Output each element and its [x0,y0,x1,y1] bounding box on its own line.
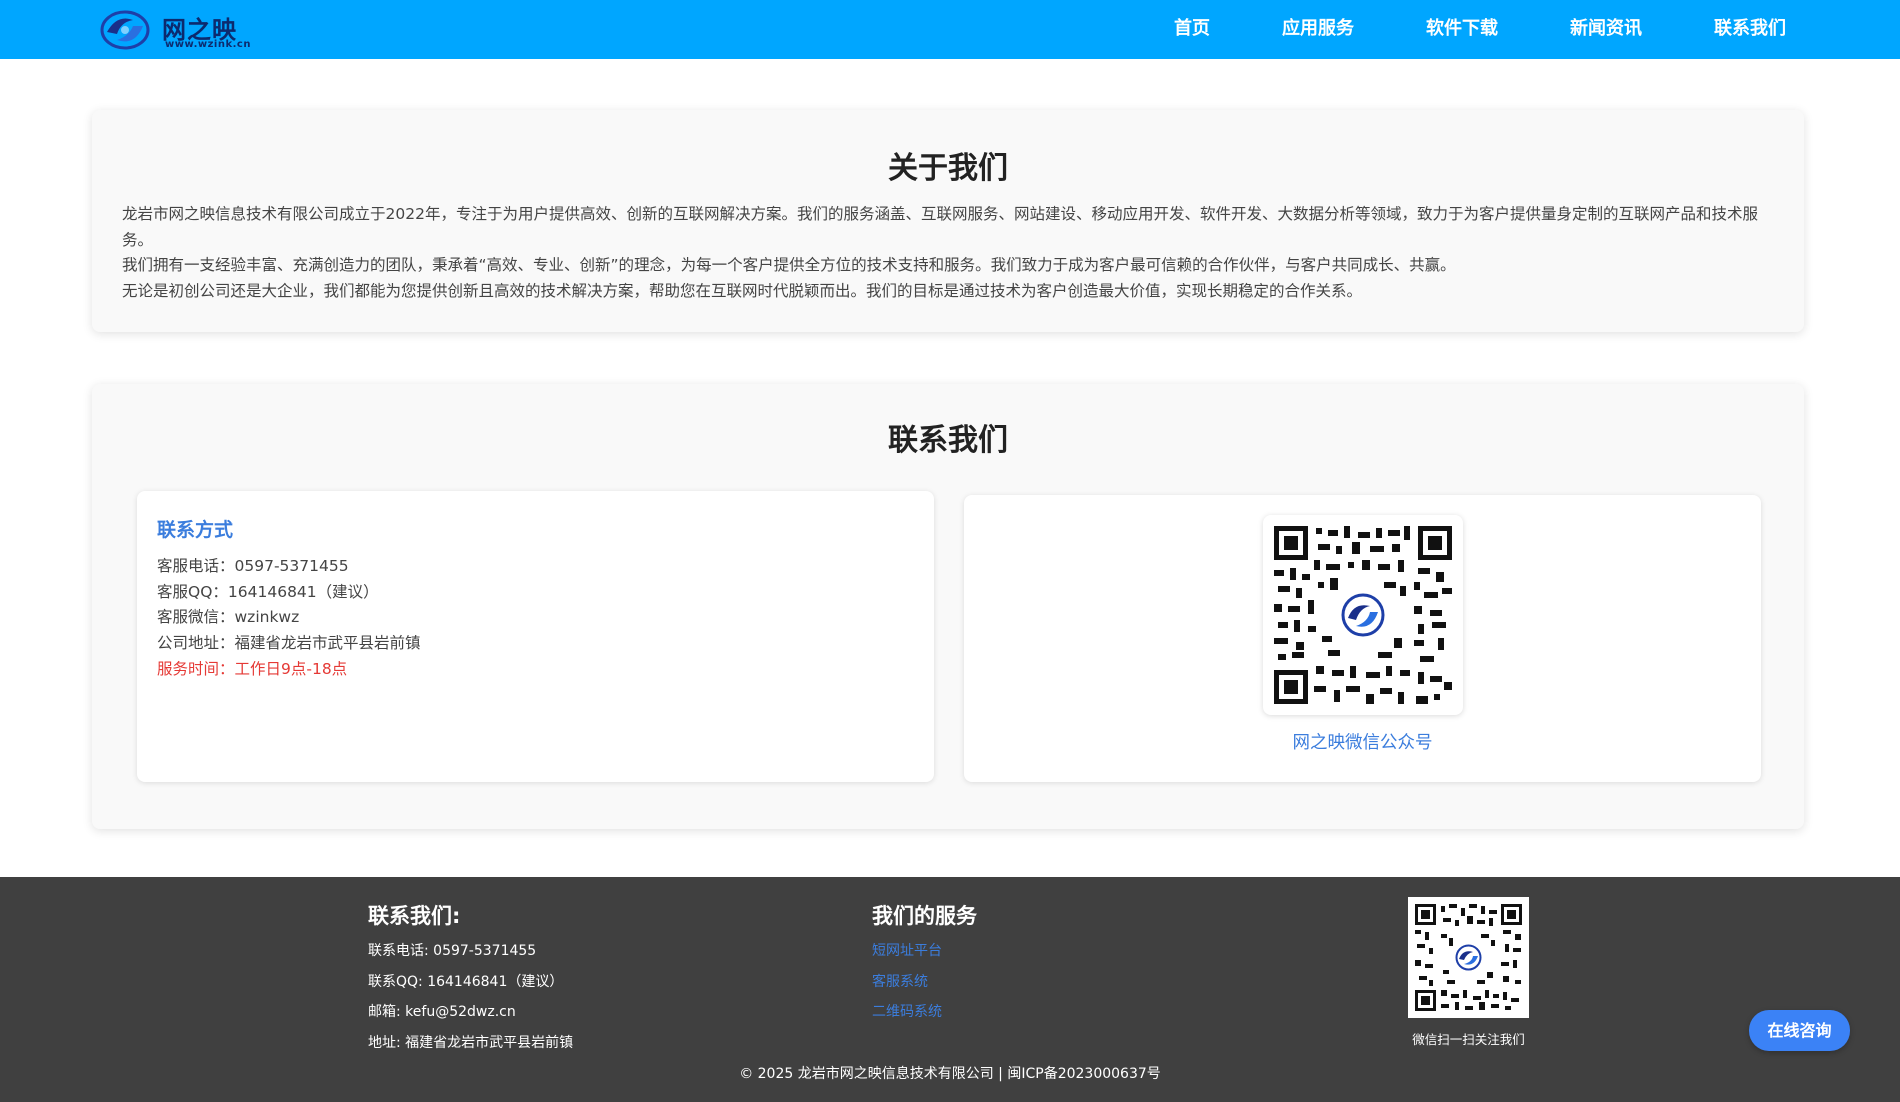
contact-info-list: 客服电话：0597-5371455 客服QQ：164146841（建议） 客服微… [157,554,421,683]
footer-qr-code-icon [1415,904,1522,1011]
wechat-qr-frame [1263,515,1463,715]
contact-hours: 服务时间：工作日9点-18点 [157,659,348,678]
site-header: 网之映 www.wzink.cn 首页 应用服务 软件下载 新闻资讯 联系我们 [0,0,1900,59]
site-footer: 联系我们: 联系电话: 0597-5371455 联系QQ: 164146841… [0,877,1900,1102]
footer-link-qr-system[interactable]: 二维码系统 [872,997,942,1028]
footer-qr-caption: 微信扫一扫关注我们 [1412,1032,1525,1047]
contact-phone: 客服电话：0597-5371455 [157,557,349,575]
footer-link-service-system[interactable]: 客服系统 [872,967,942,998]
footer-phone: 联系电话: 0597-5371455 [368,943,537,959]
contact-info-box: 联系方式 客服电话：0597-5371455 客服QQ：164146841（建议… [137,491,934,782]
about-section: 关于我们 龙岩市网之映信息技术有限公司成立于2022年，专注于为用户提供高效、创… [92,110,1804,332]
footer-qq: 联系QQ: 164146841（建议） [368,973,564,990]
footer-copyright: © 2025 龙岩市网之映信息技术有限公司 | 闽ICP备2023000637号 [739,1066,1161,1082]
contact-title: 联系我们 [888,423,1008,458]
about-paragraph: 龙岩市网之映信息技术有限公司成立于2022年，专注于为用户提供高效、创新的互联网… [122,205,1758,249]
nav-software-download[interactable]: 软件下载 [1426,0,1498,59]
footer-address: 地址: 福建省龙岩市武平县岩前镇 [368,1034,574,1051]
footer-services-title: 我们的服务 [872,904,977,928]
main-nav: 首页 应用服务 软件下载 新闻资讯 联系我们 [1102,0,1786,59]
footer-contact-title: 联系我们: [368,904,461,928]
logo-domain: www.wzink.cn [165,39,251,50]
logo-swirl-icon [100,10,150,50]
nav-app-services[interactable]: 应用服务 [1282,0,1354,59]
contact-wechat: 客服微信：wzinkwz [157,608,300,627]
wechat-qr-code-icon [1274,526,1452,704]
about-title: 关于我们 [888,151,1008,186]
online-consult-button[interactable]: 在线咨询 [1749,1010,1850,1051]
footer-email: 邮箱: kefu@52dwz.cn [368,1004,516,1020]
nav-home[interactable]: 首页 [1174,0,1210,59]
contact-section: 联系我们 联系方式 客服电话：0597-5371455 客服QQ：1641468… [92,384,1804,829]
contact-qq: 客服QQ：164146841（建议） [157,582,379,601]
footer-contact-list: 联系电话: 0597-5371455 联系QQ: 164146841（建议） 邮… [368,936,573,1058]
footer-qr-frame [1408,897,1529,1018]
wechat-qr-caption: 网之映微信公众号 [1292,733,1433,753]
contact-address: 公司地址：福建省龙岩市武平县岩前镇 [157,634,421,653]
about-paragraph: 无论是初创公司还是大企业，我们都能为您提供创新且高效的技术解决方案，帮助您在互联… [122,281,1363,300]
nav-contact[interactable]: 联系我们 [1714,0,1786,59]
footer-services-list: 短网址平台 客服系统 二维码系统 [872,936,942,1028]
about-text: 龙岩市网之映信息技术有限公司成立于2022年，专注于为用户提供高效、创新的互联网… [122,202,1772,304]
nav-news[interactable]: 新闻资讯 [1570,0,1642,59]
about-paragraph: 我们拥有一支经验丰富、充满创造力的团队，秉承着“高效、专业、创新”的理念，为每一… [122,256,1456,274]
footer-link-short-url[interactable]: 短网址平台 [872,936,942,967]
wechat-qr-box: 网之映微信公众号 [964,495,1761,782]
contact-info-title: 联系方式 [157,519,234,541]
site-logo[interactable]: 网之映 www.wzink.cn [99,6,259,52]
